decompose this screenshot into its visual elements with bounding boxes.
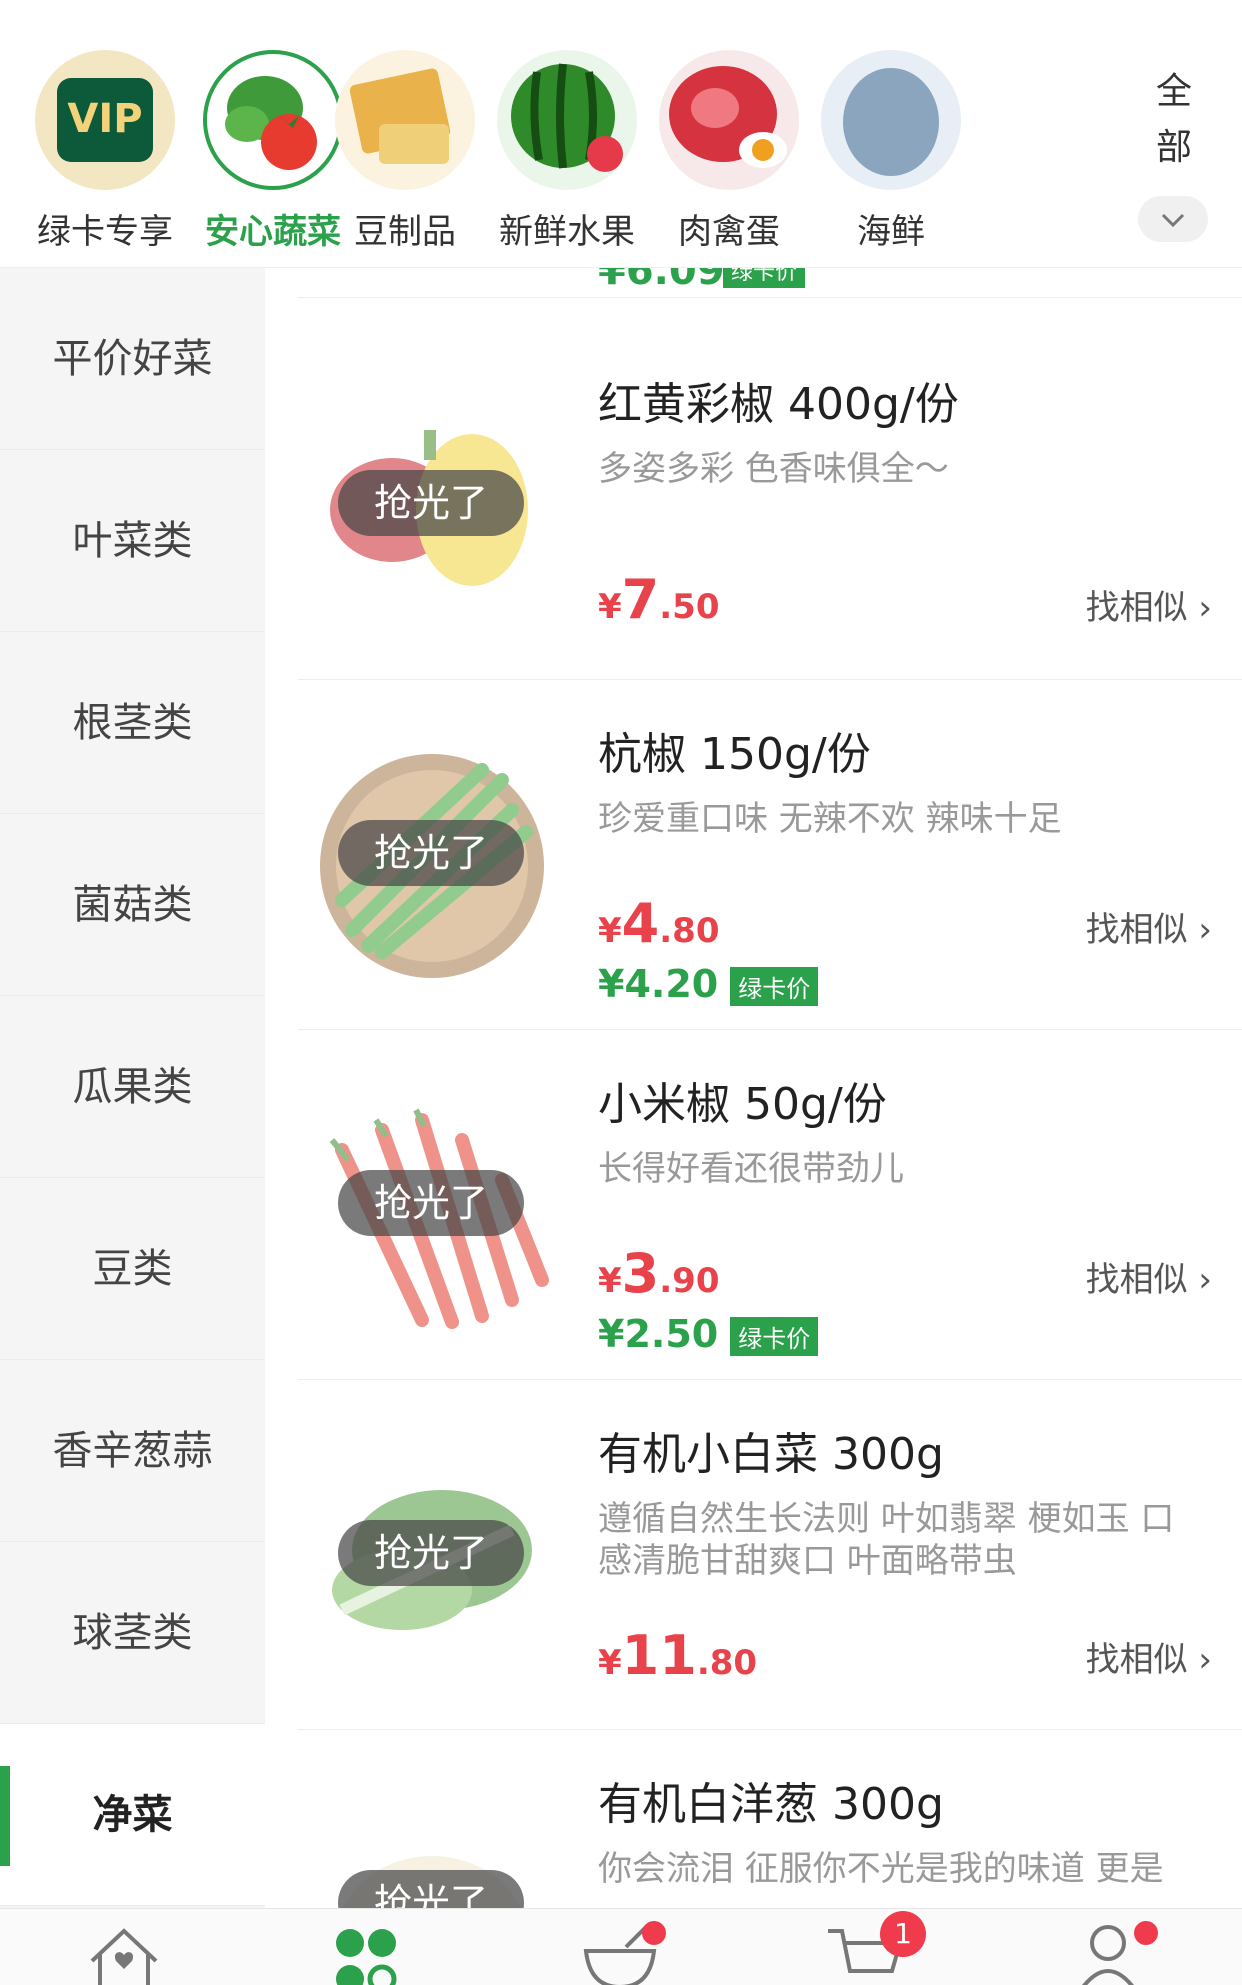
- product-desc: 多姿多彩 色香味俱全～: [598, 449, 949, 489]
- sold-out-badge: 抢光了: [338, 1170, 524, 1236]
- price-symbol: ¥: [598, 587, 622, 627]
- bottom-tab-bar: 1: [0, 1908, 1242, 1985]
- sidebar-item-leafy[interactable]: 叶菜类: [0, 450, 265, 632]
- card-price: ¥4.20 绿卡价: [598, 962, 819, 1006]
- price-symbol: ¥: [598, 1261, 622, 1301]
- price-int: 3: [621, 1242, 660, 1305]
- category-label: 豆制品: [354, 212, 456, 252]
- price-int: 11: [621, 1624, 697, 1687]
- product-name: 有机白洋葱 300g: [598, 1779, 944, 1830]
- category-meat[interactable]: 肉禽蛋: [644, 50, 814, 253]
- product-desc: 长得好看还很带劲儿: [598, 1149, 904, 1189]
- category-tofu[interactable]: 豆制品: [320, 50, 490, 253]
- product-desc: 你会流泪 征服你不光是我的味道 更是: [598, 1849, 1164, 1889]
- price-dec: .80: [659, 911, 720, 951]
- notification-dot: [642, 1921, 666, 1945]
- category-label: 绿卡专享: [37, 212, 173, 252]
- sidebar-item-beans[interactable]: 豆类: [0, 1178, 265, 1360]
- meat-icon: [659, 50, 799, 190]
- sidebar-item-bulb[interactable]: 球茎类: [0, 1542, 265, 1724]
- fruit-icon: [497, 50, 637, 190]
- product-list[interactable]: ¥6.09 绿卡价 抢光了 红黄彩椒 400g/份 多姿多彩 色香味俱全～ ¥7…: [298, 268, 1242, 1908]
- category-label: 新鲜水果: [499, 212, 635, 252]
- category-label: 肉禽蛋: [678, 212, 780, 252]
- partial-product: ¥6.09 绿卡价: [298, 268, 1242, 298]
- category-fruit[interactable]: 新鲜水果: [482, 50, 652, 253]
- home-icon[interactable]: [84, 1921, 164, 1985]
- tofu-icon: [335, 50, 475, 190]
- product-item[interactable]: 抢光了 小米椒 50g/份 长得好看还很带劲儿 ¥3.90 ¥2.50 绿卡价 找…: [298, 1030, 1242, 1380]
- sidebar-item-spice[interactable]: 香辛葱蒜: [0, 1360, 265, 1542]
- profile-icon[interactable]: [1070, 1921, 1158, 1985]
- all-button-line2: 部: [1155, 127, 1192, 168]
- price-dec: .50: [659, 587, 720, 627]
- product-item[interactable]: 抢光了 有机白洋葱 300g 你会流泪 征服你不光是我的味道 更是: [298, 1730, 1242, 1908]
- find-similar-button[interactable]: 找相似 ›: [1086, 1252, 1212, 1301]
- sidebar-item-budget[interactable]: 平价好菜: [0, 268, 265, 450]
- card-price-value: ¥4.20: [598, 962, 719, 1006]
- price-symbol: ¥: [598, 1643, 622, 1683]
- subcategory-sidebar: 平价好菜 叶菜类 根茎类 菌菇类 瓜果类 豆类 香辛葱蒜 球茎类 净菜: [0, 268, 265, 1908]
- cart-badge: 1: [880, 1911, 926, 1957]
- sidebar-item-melon[interactable]: 瓜果类: [0, 996, 265, 1178]
- product-price: ¥11.80: [598, 1624, 757, 1687]
- seafood-icon: [821, 50, 961, 190]
- all-categories-button[interactable]: 全 部: [1154, 64, 1194, 176]
- sidebar-item-root[interactable]: 根茎类: [0, 632, 265, 814]
- price-dec: .80: [696, 1643, 758, 1683]
- product-item[interactable]: 抢光了 杭椒 150g/份 珍爱重口味 无辣不欢 辣味十足 ¥4.80 ¥4.2…: [298, 680, 1242, 1030]
- partial-price: ¥6.09: [598, 268, 725, 294]
- find-similar-button[interactable]: 找相似 ›: [1086, 580, 1212, 629]
- price-symbol: ¥: [598, 911, 622, 951]
- product-price: ¥7.50: [598, 568, 719, 631]
- all-button-line1: 全: [1155, 71, 1192, 112]
- product-name: 小米椒 50g/份: [598, 1079, 887, 1130]
- sidebar-item-prepped[interactable]: 净菜: [0, 1724, 265, 1906]
- find-similar-button[interactable]: 找相似 ›: [1086, 902, 1212, 951]
- partial-card-tag: 绿卡价: [723, 268, 806, 288]
- chevron-down-icon[interactable]: [1138, 196, 1208, 242]
- category-seafood[interactable]: 海鲜: [806, 50, 976, 253]
- category-label: 海鲜: [857, 212, 925, 252]
- card-price-tag: 绿卡价: [730, 967, 819, 1006]
- card-price-tag: 绿卡价: [730, 1317, 819, 1356]
- product-desc: 珍爱重口味 无辣不欢 辣味十足: [598, 799, 1062, 839]
- product-desc: 遵循自然生长法则 叶如翡翠 梗如玉 口感清脆甘甜爽口 叶面略带虫: [598, 1499, 1175, 1581]
- vip-badge-text: VIP: [67, 96, 143, 142]
- category-strip: VIP 绿卡专享 安心蔬菜 豆制品 新鲜水果 肉禽蛋 海鲜 全 部: [0, 0, 1242, 268]
- card-price: ¥2.50 绿卡价: [598, 1312, 819, 1356]
- product-price: ¥3.90: [598, 1242, 719, 1305]
- category-vip[interactable]: VIP 绿卡专享: [20, 50, 190, 253]
- recipe-bowl-icon[interactable]: [580, 1921, 666, 1985]
- sold-out-badge: 抢光了: [338, 1520, 524, 1586]
- product-item[interactable]: 抢光了 有机小白菜 300g 遵循自然生长法则 叶如翡翠 梗如玉 口感清脆甘甜爽…: [298, 1380, 1242, 1730]
- cart-icon[interactable]: 1: [826, 1911, 926, 1985]
- vip-icon: VIP: [35, 50, 175, 190]
- product-name: 杭椒 150g/份: [598, 729, 871, 780]
- sold-out-badge: 抢光了: [338, 820, 524, 886]
- find-similar-button[interactable]: 找相似 ›: [1086, 1632, 1212, 1681]
- product-price: ¥4.80: [598, 892, 719, 955]
- category-icon[interactable]: [330, 1921, 410, 1985]
- product-item[interactable]: 抢光了 红黄彩椒 400g/份 多姿多彩 色香味俱全～ ¥7.50 找相似 ›: [298, 330, 1242, 680]
- notification-dot: [1134, 1921, 1158, 1945]
- price-int: 4: [621, 892, 660, 955]
- price-dec: .90: [659, 1261, 720, 1301]
- sold-out-badge: 抢光了: [338, 470, 524, 536]
- price-int: 7: [621, 568, 660, 631]
- sidebar-item-mushroom[interactable]: 菌菇类: [0, 814, 265, 996]
- product-name: 红黄彩椒 400g/份: [598, 379, 959, 430]
- product-name: 有机小白菜 300g: [598, 1429, 944, 1480]
- card-price-value: ¥2.50: [598, 1312, 719, 1356]
- sold-out-badge: 抢光了: [338, 1870, 524, 1908]
